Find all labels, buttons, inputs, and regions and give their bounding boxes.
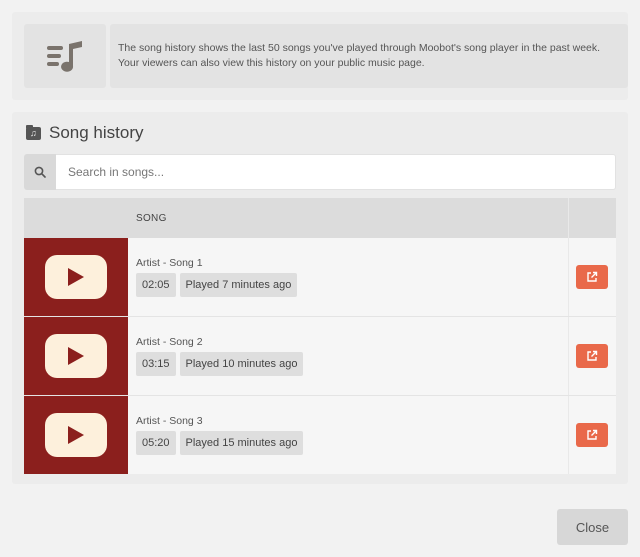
thumbnail-column-header [24, 198, 128, 238]
song-info: Artist - Song 1 02:05 Played 7 minutes a… [128, 238, 568, 317]
song-info: Artist - Song 3 05:20 Played 15 minutes … [128, 396, 568, 475]
section-title-text: Song history [49, 123, 144, 142]
song-table: SONG Artist - Song 1 02:05 Played 7 minu… [24, 198, 616, 474]
external-link-icon [587, 350, 598, 361]
info-icon-box [24, 24, 106, 88]
song-title: Artist - Song 1 [136, 257, 203, 269]
close-button[interactable]: Close [557, 509, 628, 545]
table-row: Artist - Song 3 05:20 Played 15 minutes … [24, 395, 616, 475]
song-column-header: SONG [128, 198, 568, 238]
open-song-button[interactable] [576, 423, 609, 447]
info-panel: The song history shows the last 50 songs… [12, 12, 628, 100]
table-row: Artist - Song 2 03:15 Played 10 minutes … [24, 316, 616, 396]
search-input[interactable] [56, 154, 616, 190]
duration-badge: 02:05 [136, 273, 176, 297]
song-thumbnail[interactable] [24, 238, 128, 317]
play-icon[interactable] [45, 334, 107, 378]
song-thumbnail[interactable] [24, 395, 128, 474]
song-thumbnail[interactable] [24, 316, 128, 396]
played-badge: Played 10 minutes ago [179, 352, 304, 376]
info-text-line-2: Your viewers can also view this history … [118, 57, 425, 69]
search-addon [24, 154, 56, 190]
action-cell [567, 238, 616, 317]
info-text: The song history shows the last 50 songs… [110, 24, 628, 88]
music-list-icon [47, 41, 82, 72]
section-title: ♫ Song history [26, 123, 144, 143]
duration-badge: 03:15 [136, 352, 176, 376]
played-badge: Played 15 minutes ago [179, 431, 304, 455]
action-cell [567, 316, 616, 396]
action-column-header [567, 198, 616, 238]
action-cell [567, 395, 616, 474]
external-link-icon [587, 429, 598, 440]
play-icon[interactable] [45, 255, 107, 299]
played-badge: Played 7 minutes ago [179, 273, 298, 297]
search-bar [24, 154, 616, 190]
song-history-panel: ♫ Song history SONG [12, 112, 628, 484]
song-title: Artist - Song 2 [136, 336, 203, 348]
open-song-button[interactable] [576, 344, 609, 368]
external-link-icon [587, 271, 598, 282]
song-info: Artist - Song 2 03:15 Played 10 minutes … [128, 316, 568, 396]
open-song-button[interactable] [576, 265, 609, 289]
play-icon[interactable] [45, 413, 107, 457]
table-header: SONG [24, 198, 616, 238]
duration-badge: 05:20 [136, 431, 176, 455]
music-folder-icon: ♫ [26, 124, 41, 140]
song-title: Artist - Song 3 [136, 415, 203, 427]
search-icon [34, 166, 46, 178]
info-text-line-1: The song history shows the last 50 songs… [118, 42, 601, 54]
table-row: Artist - Song 1 02:05 Played 7 minutes a… [24, 238, 616, 317]
